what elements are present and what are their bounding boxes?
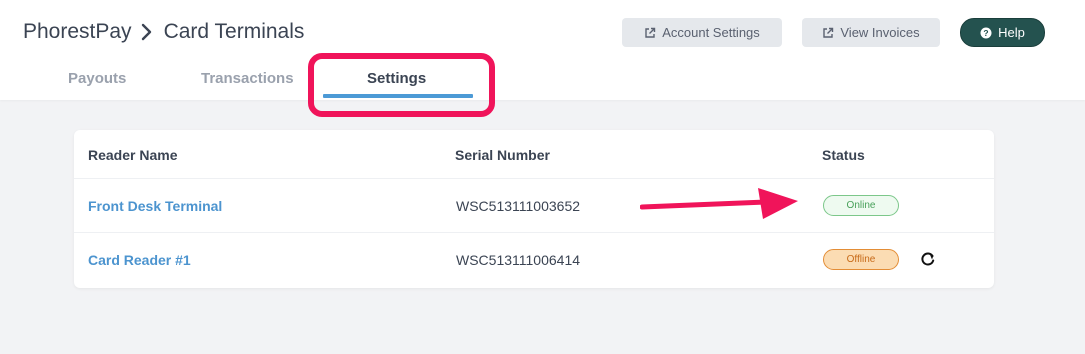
- account-settings-label: Account Settings: [662, 25, 760, 40]
- column-header-serial-number: Serial Number: [455, 147, 550, 163]
- annotation-highlight-box: [308, 53, 495, 117]
- external-link-icon: [822, 27, 834, 39]
- card-readers-table: Reader Name Serial Number Status Front D…: [74, 130, 994, 288]
- chevron-right-icon: [140, 20, 156, 44]
- refresh-icon[interactable]: [920, 251, 936, 267]
- serial-number: WSC513111003652: [456, 198, 581, 214]
- help-label: Help: [998, 25, 1025, 40]
- column-header-reader-name: Reader Name: [88, 147, 178, 163]
- column-header-status: Status: [822, 147, 865, 163]
- breadcrumb-root[interactable]: PhorestPay: [23, 20, 132, 44]
- help-button[interactable]: ? Help: [960, 18, 1045, 47]
- reader-name-link[interactable]: Card Reader #1: [88, 252, 191, 268]
- table-row: Card Reader #1 WSC513111006414 Offline: [74, 232, 994, 286]
- tab-transactions[interactable]: Transactions: [201, 70, 294, 87]
- tab-payouts[interactable]: Payouts: [68, 70, 126, 87]
- status-badge-offline: Offline: [823, 249, 899, 270]
- question-circle-icon: ?: [980, 27, 992, 39]
- table-row: Front Desk Terminal WSC513111003652 Onli…: [74, 178, 994, 232]
- svg-text:?: ?: [984, 28, 989, 38]
- top-bar: PhorestPay Card Terminals Account Settin…: [0, 0, 1085, 100]
- view-invoices-label: View Invoices: [840, 25, 920, 40]
- breadcrumb-current: Card Terminals: [163, 20, 305, 43]
- view-invoices-button[interactable]: View Invoices: [802, 18, 940, 47]
- status-badge-online: Online: [823, 195, 899, 216]
- reader-name-link[interactable]: Front Desk Terminal: [88, 198, 222, 214]
- account-settings-button[interactable]: Account Settings: [622, 18, 782, 47]
- external-link-icon: [644, 27, 656, 39]
- breadcrumb: PhorestPay Card Terminals: [23, 20, 304, 44]
- serial-number: WSC513111006414: [456, 252, 581, 268]
- annotation-arrow: [640, 188, 798, 219]
